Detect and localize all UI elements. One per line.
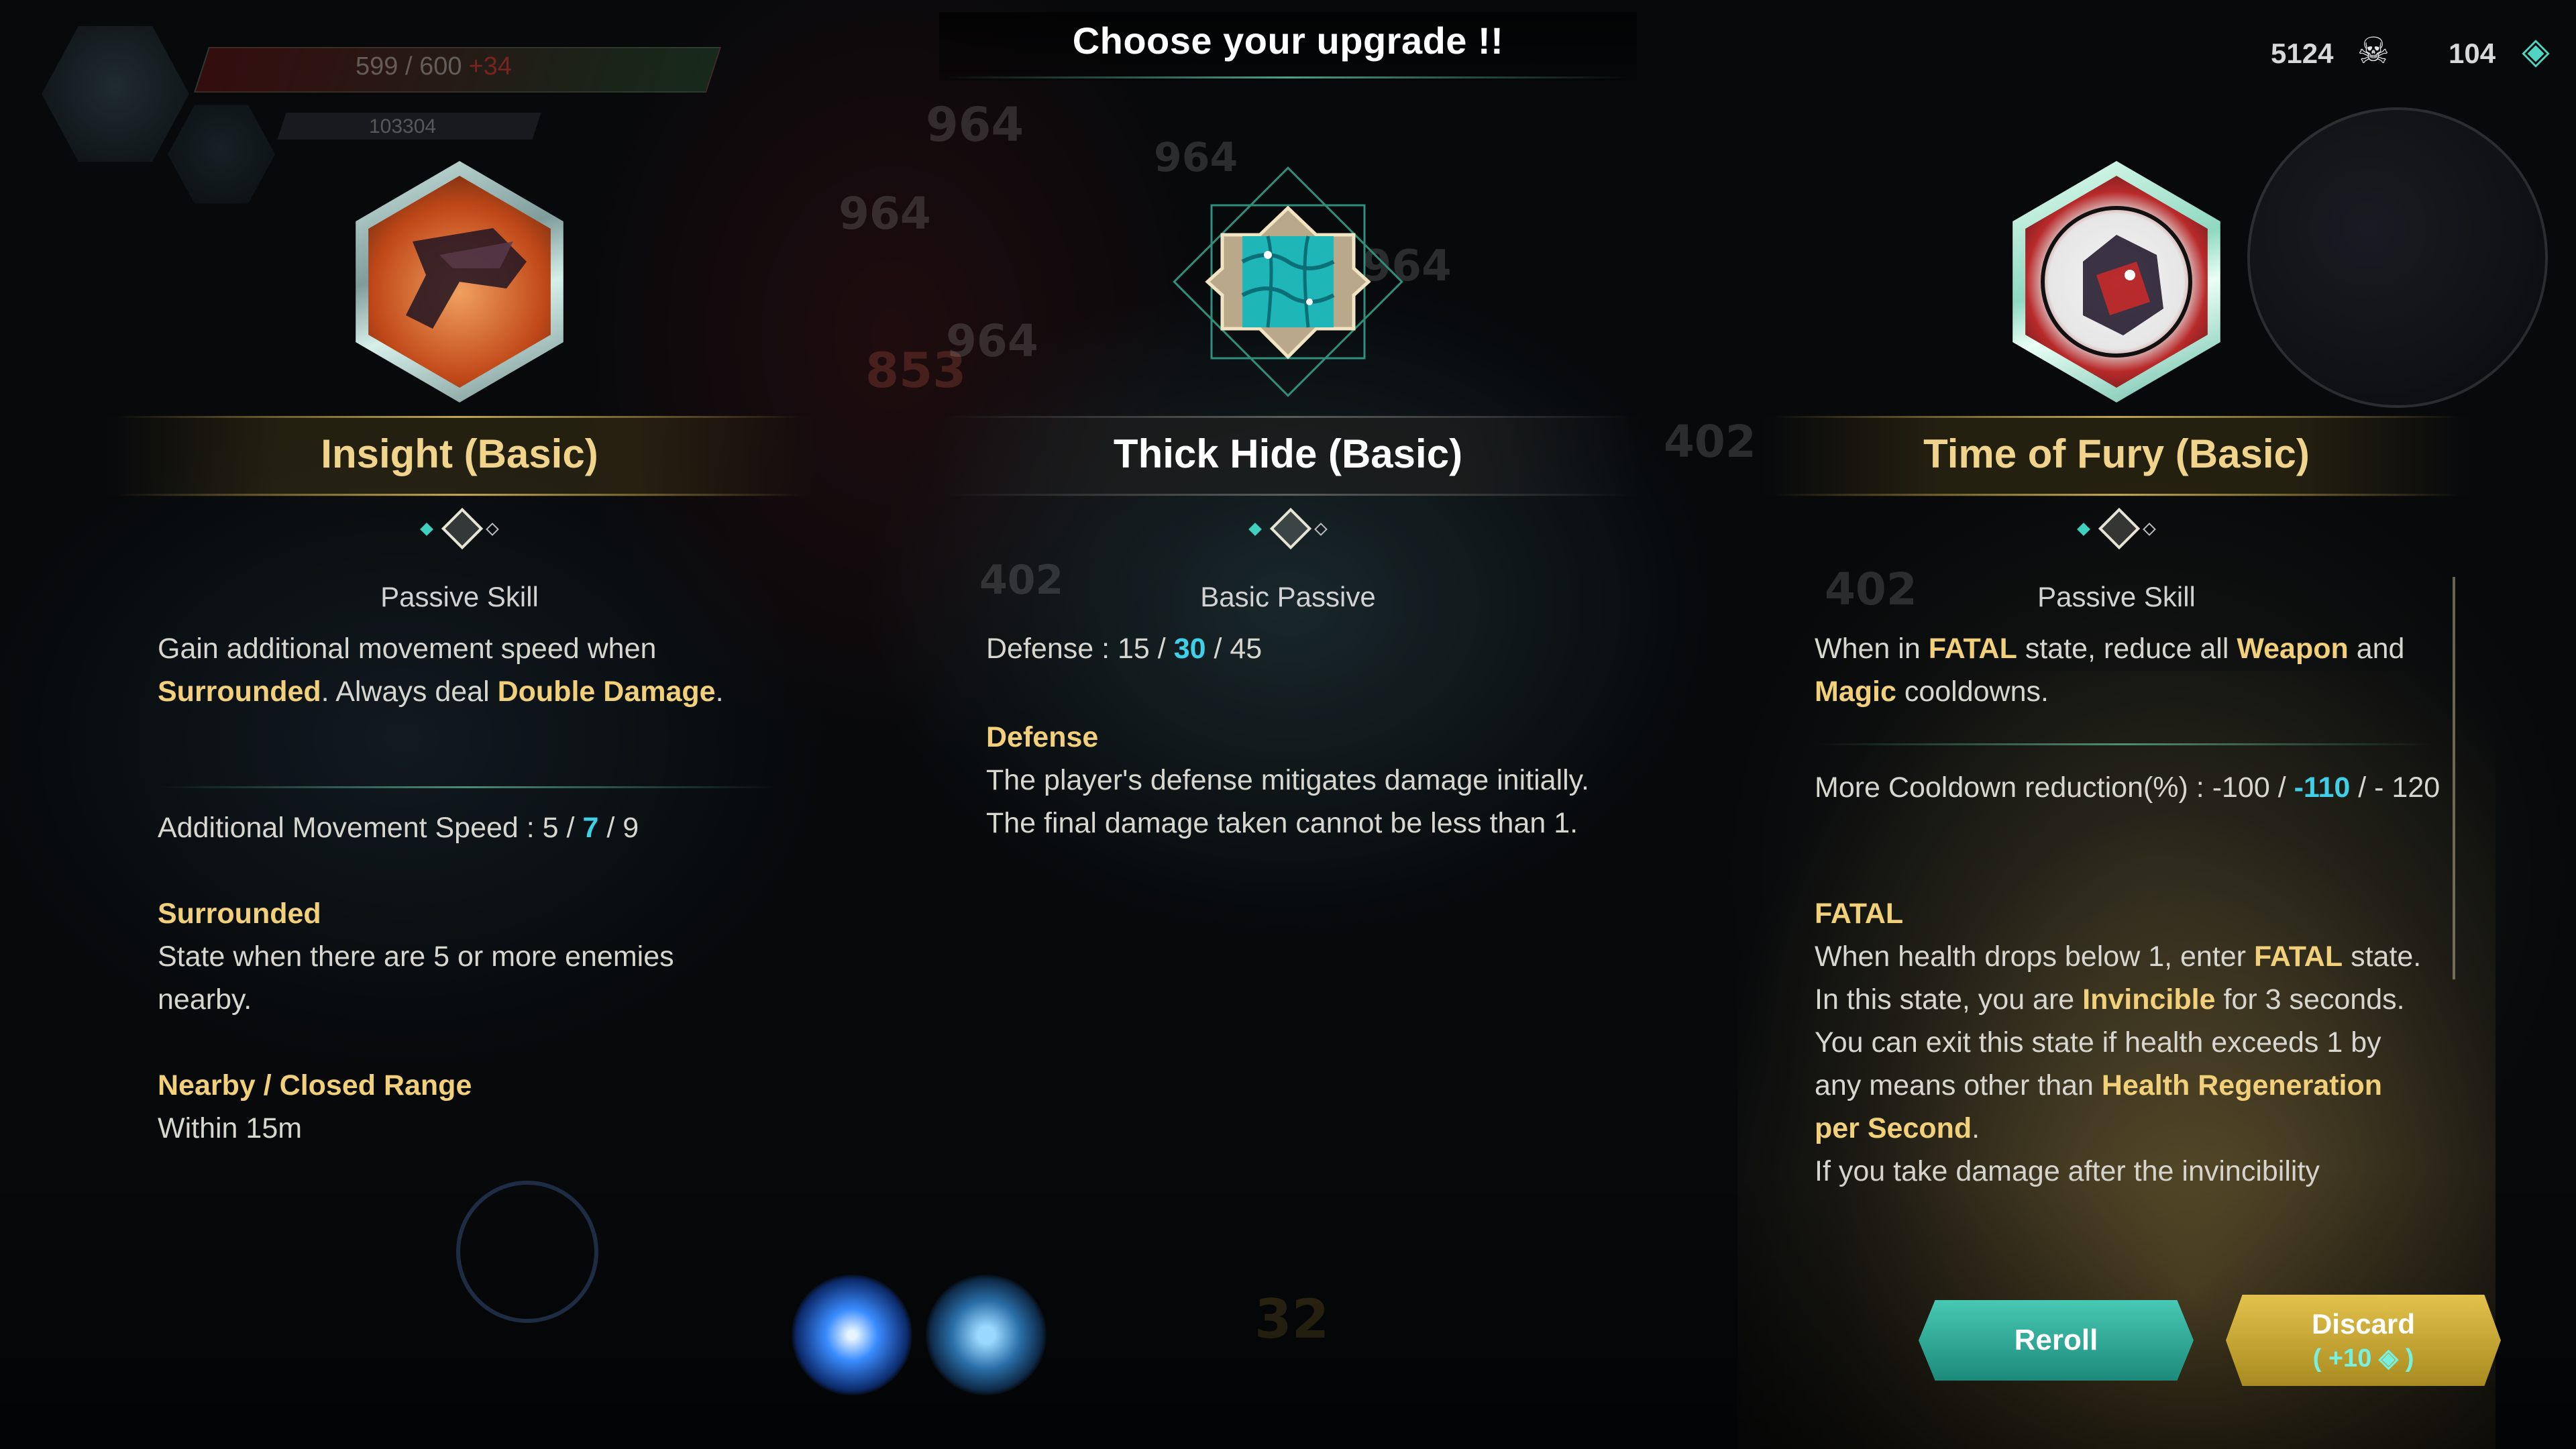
keyword-title: Surrounded bbox=[158, 898, 321, 930]
skill-stat: More Cooldown reduction(%) : -100 / -110… bbox=[1815, 771, 2440, 804]
skull-icon: ☠ bbox=[2357, 31, 2390, 71]
skill-type: Basic Passive bbox=[1200, 581, 1376, 612]
keyword-description: When health drops below 1, enter FATAL s… bbox=[1815, 941, 2422, 1187]
kill-count: 5124 bbox=[2271, 38, 2334, 69]
lightning-orb-skill-icon bbox=[792, 1275, 912, 1395]
description-scrollbar[interactable] bbox=[2453, 577, 2455, 979]
divider bbox=[1774, 416, 2459, 418]
divider bbox=[946, 494, 1630, 496]
skill-stat: Additional Movement Speed : 5 / 7 / 9 bbox=[158, 812, 639, 844]
thick-hide-skill-icon bbox=[1167, 161, 1409, 402]
currency-count: 104 bbox=[2449, 38, 2496, 69]
health-text: 599 / 600 +34 bbox=[356, 52, 512, 80]
keyword-title: Defense bbox=[986, 721, 1099, 753]
discard-label: Discard bbox=[2311, 1307, 2416, 1340]
title-underline bbox=[946, 76, 1630, 78]
health-regen: +34 bbox=[468, 52, 512, 80]
page-title: Choose your upgrade !! bbox=[1072, 19, 1504, 62]
damage-number: 964 bbox=[839, 188, 931, 239]
card-title: Thick Hide (Basic) bbox=[1113, 431, 1463, 476]
soul-gem-icon: ◈ bbox=[2378, 1344, 2399, 1373]
skill-type: Passive Skill bbox=[2037, 581, 2196, 612]
divider bbox=[1815, 743, 2432, 745]
rarity-diamond-icon bbox=[419, 507, 500, 550]
frost-shield-skill-icon bbox=[926, 1275, 1046, 1395]
divider bbox=[946, 416, 1630, 418]
discard-button[interactable]: Discard ( +10 ◈ ) bbox=[2226, 1295, 2501, 1386]
card-title: Time of Fury (Basic) bbox=[1923, 431, 2310, 476]
skill-description: Gain additional movement speed when Surr… bbox=[158, 633, 724, 708]
skill-type: Passive Skill bbox=[380, 581, 539, 612]
divider bbox=[117, 494, 802, 496]
divider bbox=[1774, 494, 2459, 496]
keyword-title: Nearby / Closed Range bbox=[158, 1069, 472, 1102]
divider bbox=[117, 416, 802, 418]
keyword-description: State when there are 5 or more enemies n… bbox=[158, 941, 674, 1016]
keyword-title: FATAL bbox=[1815, 898, 1904, 930]
rarity-diamond-icon bbox=[1248, 507, 1328, 550]
bottom-shade bbox=[0, 1167, 2576, 1449]
rarity-diamond-icon bbox=[2076, 507, 2157, 550]
reroll-button[interactable]: Reroll bbox=[1919, 1300, 2194, 1381]
divider bbox=[158, 786, 775, 788]
keyword-description: The player's defense mitigates damage in… bbox=[986, 764, 1589, 839]
skill-description: When in FATAL state, reduce all Weapon a… bbox=[1815, 633, 2405, 708]
skill-stat: Defense : 15 / 30 / 45 bbox=[986, 633, 1263, 665]
time-of-fury-skill-icon bbox=[1996, 161, 2237, 402]
insight-skill-icon bbox=[339, 161, 580, 402]
dash-skill-slot bbox=[456, 1181, 598, 1323]
reroll-label: Reroll bbox=[2014, 1324, 2098, 1356]
discard-reward: ( +10 ◈ ) bbox=[2312, 1344, 2414, 1373]
damage-number: 402 bbox=[1664, 416, 1756, 468]
soul-gem-icon: ◈ bbox=[2522, 31, 2550, 71]
card-title: Insight (Basic) bbox=[321, 431, 598, 476]
keyword-description: Within 15m bbox=[158, 1112, 303, 1144]
